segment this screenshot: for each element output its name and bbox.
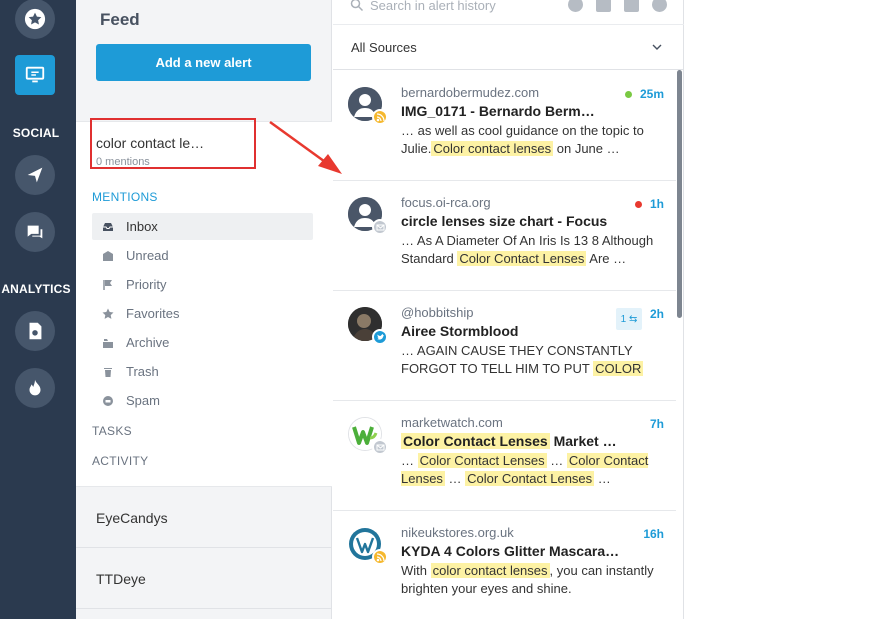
menu-item-label: Unread <box>126 248 169 263</box>
mention-time: 7h <box>649 417 664 431</box>
menu-item-spam[interactable]: Spam <box>92 387 313 414</box>
menu-item-label: Priority <box>126 277 167 292</box>
search-input[interactable] <box>370 0 540 14</box>
mention-item[interactable]: @hobbitship 1 ⇆ 2h Airee Stormblood … AG… <box>333 291 676 401</box>
mention-title[interactable]: circle lenses size chart - Focus <box>401 213 671 229</box>
settings-icon[interactable] <box>624 0 639 12</box>
check-icon[interactable] <box>568 0 583 12</box>
mention-title[interactable]: IMG_0171 - Bernardo Berm… <box>401 103 671 119</box>
send-icon[interactable] <box>15 155 55 195</box>
feed-title: Feed <box>100 10 140 29</box>
mention-snippet: … as well as cool guidance on the topic … <box>401 123 644 156</box>
alert-ttdeye[interactable]: TTDeye <box>76 549 332 609</box>
mention-source[interactable]: marketwatch.com <box>401 415 503 430</box>
source-filter-select[interactable]: All Sources <box>333 26 684 70</box>
mention-source[interactable]: @hobbitship <box>401 305 473 320</box>
scrollbar[interactable] <box>677 70 682 318</box>
status-dot <box>625 91 632 98</box>
mention-snippet: … AGAIN CAUSE THEY CONSTANTLY FORGOT TO … <box>401 343 644 376</box>
report-icon[interactable] <box>15 311 55 351</box>
trash-icon <box>101 365 114 378</box>
mention-source[interactable]: focus.oi-rca.org <box>401 195 491 210</box>
menu-item-priority[interactable]: Priority <box>92 271 313 298</box>
star-icon[interactable] <box>15 0 55 39</box>
mention-snippet: … As A Diameter Of An Iris Is 13 8 Altho… <box>401 233 654 266</box>
source-filter-value: All Sources <box>351 40 417 55</box>
menu-item-favorites[interactable]: Favorites <box>92 300 313 327</box>
rail-label-social: SOCIAL <box>12 126 60 140</box>
unread-icon <box>101 249 114 262</box>
menu-item-trash[interactable]: Trash <box>92 358 313 385</box>
menu-item-label: Trash <box>126 364 159 379</box>
active-alert-name[interactable]: color contact le… <box>96 135 204 151</box>
menu-item-label: Favorites <box>126 306 180 321</box>
annotation-arrow <box>269 120 342 174</box>
rail-label-analytics: ANALYTICS <box>1 282 71 296</box>
flame-icon[interactable] <box>15 368 55 408</box>
feed-panel: Feed Add a new alert color contact le… 0… <box>76 0 332 619</box>
active-alert-count: 0 mentions <box>96 156 150 168</box>
mentions-label[interactable]: MENTIONS <box>92 190 158 204</box>
search-bar <box>333 0 684 25</box>
mention-title[interactable]: Airee Stormblood <box>401 323 671 339</box>
mention-time: 1h <box>649 197 664 211</box>
mention-item[interactable]: bernardobermudez.com 25m IMG_0171 - Bern… <box>333 71 676 181</box>
mention-time: 25m <box>639 87 664 101</box>
mention-item[interactable]: nikeukstores.org.uk 16h KYDA 4 Colors Gl… <box>333 511 676 619</box>
close-icon[interactable] <box>652 0 667 12</box>
status-dot <box>635 201 642 208</box>
add-alert-button[interactable]: Add a new alert <box>96 44 311 81</box>
menu-item-label: Inbox <box>126 219 158 234</box>
flag-icon <box>101 278 114 291</box>
mention-source[interactable]: bernardobermudez.com <box>401 85 539 100</box>
menu-item-label: Archive <box>126 335 170 350</box>
twitter-icon <box>372 329 388 345</box>
chevron-down-icon <box>652 44 662 50</box>
mention-title[interactable]: KYDA 4 Colors Glitter Mascara… <box>401 543 671 559</box>
download-icon[interactable] <box>596 0 611 12</box>
mention-snippet: … Color Contact Lenses … Color Contact L… <box>401 453 649 486</box>
menu-item-label: Spam <box>126 393 160 408</box>
mail-icon <box>372 219 388 235</box>
mention-snippet: With color contact lenses, you can insta… <box>401 563 654 596</box>
mail-icon <box>372 439 388 455</box>
mention-title[interactable]: Color Contact Lenses Market … <box>401 433 671 449</box>
nav-rail: SOCIAL ANALYTICS <box>0 0 76 619</box>
monitor-icon[interactable] <box>15 55 55 95</box>
mention-time: 2h <box>649 307 664 321</box>
mention-item[interactable]: marketwatch.com 7h Color Contact Lenses … <box>333 401 676 511</box>
rss-icon <box>372 549 388 565</box>
inbox-icon <box>101 220 114 233</box>
chat-icon[interactable] <box>15 212 55 252</box>
menu-item-unread[interactable]: Unread <box>92 242 313 269</box>
mention-item[interactable]: focus.oi-rca.org 1h circle lenses size c… <box>333 181 676 291</box>
menu-item-inbox[interactable]: Inbox <box>92 213 313 240</box>
archive-icon <box>101 336 114 349</box>
tasks-label[interactable]: TASKS <box>92 424 132 438</box>
spam-icon <box>101 394 114 407</box>
alert-eyecandys[interactable]: EyeCandys <box>76 488 332 548</box>
activity-label[interactable]: ACTIVITY <box>92 454 148 468</box>
mention-time: 16h <box>643 527 664 541</box>
mention-source[interactable]: nikeukstores.org.uk <box>401 525 514 540</box>
star-icon <box>101 307 114 320</box>
rss-icon <box>372 109 388 125</box>
menu-item-archive[interactable]: Archive <box>92 329 313 356</box>
search-icon <box>350 0 364 12</box>
mentions-list: All Sources bernardobermudez.com 25m IMG… <box>333 0 684 619</box>
